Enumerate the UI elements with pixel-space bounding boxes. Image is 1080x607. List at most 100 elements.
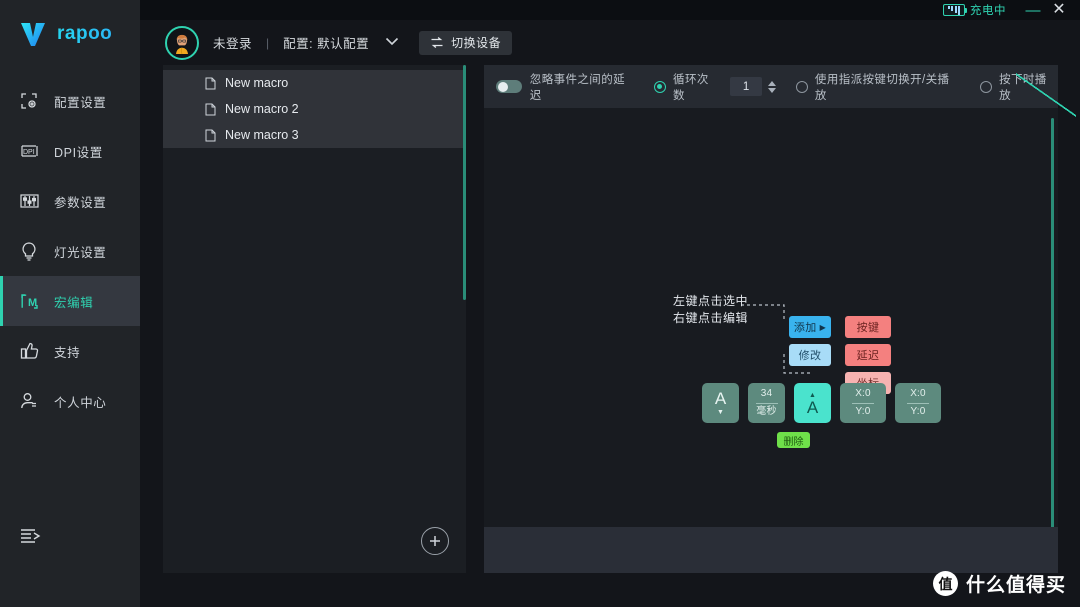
submenu-arrow-icon: ▶	[819, 322, 827, 332]
card-divider	[907, 402, 929, 404]
connector-lines	[741, 304, 811, 374]
radio-unselected-icon	[980, 80, 993, 93]
title-bar: 充电中 — ✕	[140, 0, 1080, 20]
dpi-icon: DPI	[18, 140, 40, 162]
chevron-down-icon[interactable]	[385, 37, 399, 49]
card-divider	[852, 402, 874, 404]
watermark-text: 什么值得买	[965, 575, 1066, 596]
toggle-switch-icon	[496, 80, 522, 93]
key-glyph: A	[714, 389, 727, 408]
sidebar-item-macro[interactable]: M 宏编辑	[0, 276, 140, 326]
menu-item-label: 添加	[793, 322, 817, 334]
loop-count-input[interactable]: 1	[730, 77, 762, 96]
sidebar-item-label: 参数设置	[54, 195, 107, 210]
sidebar-item-dpi[interactable]: DPI DPI设置	[0, 126, 140, 176]
list-item[interactable]: New macro 2	[163, 96, 466, 122]
brand-name: rapoo	[57, 23, 113, 44]
sidebar-item-label: 灯光设置	[54, 245, 107, 260]
config-frame-icon	[18, 90, 40, 112]
event-card-key-down[interactable]: ▲ A	[794, 383, 831, 423]
header-bar: 未登录 | 配置: 默认配置 切换设备	[140, 20, 1080, 65]
coordinate-y: Y:0	[855, 405, 871, 417]
sidebar-item-config[interactable]: 配置设置	[0, 76, 140, 126]
key-glyph: A	[806, 398, 819, 417]
loop-count-radio[interactable]: 循环次数	[654, 71, 720, 103]
spinner-up-icon[interactable]	[767, 80, 776, 86]
list-item[interactable]: New macro	[163, 70, 466, 96]
event-card-key-up[interactable]: A ▼	[702, 383, 739, 423]
macro-editor-panel: 忽略事件之间的延迟 循环次数 1 使用指派按键切换开/关播放 按下时播放 左键点…	[484, 65, 1076, 573]
event-card-list: A ▼ 34 毫秒 ▲ A X:0 Y:0 X:0 Y:0	[702, 383, 941, 423]
sidebar-collapse-button[interactable]	[18, 523, 44, 549]
close-button[interactable]: ✕	[1046, 0, 1072, 20]
macro-list-scrollbar[interactable]	[463, 65, 466, 300]
press-to-play-label: 按下时播放	[999, 73, 1047, 102]
battery-icon	[943, 4, 967, 16]
menu-item-key[interactable]: 按键	[845, 316, 891, 338]
add-macro-button[interactable]	[421, 527, 449, 555]
menu-item-add[interactable]: 添加 ▶	[789, 316, 831, 338]
macro-list-panel: New macro New macro 2 New macro 3	[163, 65, 466, 573]
switch-device-button[interactable]: 切换设备	[419, 30, 513, 55]
battery-status: 充电中	[943, 2, 1006, 18]
toggle-playback-label: 使用指派按键切换开/关播放	[814, 73, 950, 102]
sidebar-item-label: DPI设置	[54, 145, 103, 160]
delay-value: 34	[760, 388, 773, 399]
editor-footer	[484, 527, 1058, 573]
delete-button[interactable]: 删除	[777, 432, 810, 448]
document-icon	[205, 103, 216, 115]
ignore-delay-toggle[interactable]: 忽略事件之间的延迟	[496, 71, 636, 103]
svg-text:M: M	[28, 297, 37, 309]
sidebar-item-label: 支持	[54, 345, 81, 360]
avatar[interactable]	[165, 25, 199, 60]
press-to-play-radio[interactable]: 按下时播放	[980, 71, 1058, 103]
spinner-down-icon[interactable]	[767, 87, 776, 93]
menu-item-modify[interactable]: 修改	[789, 344, 831, 366]
macro-m-icon: M	[18, 290, 40, 312]
editor-toolbar: 忽略事件之间的延迟 循环次数 1 使用指派按键切换开/关播放 按下时播放	[484, 65, 1076, 125]
brand: rapoo	[0, 0, 140, 68]
radio-selected-icon	[654, 80, 667, 93]
document-icon	[205, 129, 216, 141]
thumbs-up-icon	[18, 340, 40, 362]
sidebar-item-profile[interactable]: 个人中心	[0, 376, 140, 426]
watermark: 值 什么值得买	[932, 570, 1066, 597]
card-divider	[755, 402, 778, 404]
editor-scrollbar[interactable]	[1051, 118, 1054, 538]
loop-count-spinner[interactable]	[767, 80, 776, 93]
user-avatar-icon	[170, 30, 194, 55]
switch-icon	[431, 37, 443, 48]
sidebar-item-label: 宏编辑	[54, 295, 94, 310]
sidebar-item-label: 配置设置	[54, 95, 107, 110]
macro-name: New macro 3	[225, 128, 299, 142]
rapoo-logo-icon	[21, 23, 45, 46]
profile-label: 配置: 默认配置	[283, 37, 370, 51]
sidebar-item-label: 个人中心	[54, 395, 107, 410]
macro-list: New macro New macro 2 New macro 3	[163, 65, 466, 148]
sidebar-item-light[interactable]: 灯光设置	[0, 226, 140, 276]
minimize-button[interactable]: —	[1020, 0, 1046, 20]
event-card-delay[interactable]: 34 毫秒	[748, 383, 785, 423]
menu-item-delay[interactable]: 延迟	[845, 344, 891, 366]
sidebar: rapoo 配置设置 DPI DPI设置 参数设置 灯光设置 M 宏编辑 支持 …	[0, 0, 140, 607]
list-item[interactable]: New macro 3	[163, 122, 466, 148]
canvas-hint-text: 左键点击选中 右键点击编辑	[673, 294, 749, 325]
delay-unit: 毫秒	[756, 405, 777, 417]
event-card-coordinate[interactable]: X:0 Y:0	[840, 383, 886, 423]
user-status-label: 未登录	[213, 37, 253, 51]
coordinate-x: X:0	[910, 388, 926, 399]
loop-count-label: 循环次数	[673, 73, 709, 102]
macro-name: New macro 2	[225, 102, 299, 116]
sidebar-nav: 配置设置 DPI DPI设置 参数设置 灯光设置 M 宏编辑 支持 个人中心	[0, 76, 140, 426]
sliders-icon	[18, 190, 40, 212]
lightbulb-icon	[18, 240, 40, 262]
radio-unselected-icon	[795, 80, 808, 93]
coordinate-y: Y:0	[910, 405, 926, 417]
sidebar-item-params[interactable]: 参数设置	[0, 176, 140, 226]
user-icon	[18, 390, 40, 412]
app-window: 充电中 — ✕ rapoo 配置设置 DPI DPI设置 参数设置 灯光设置 M…	[0, 0, 1080, 607]
macro-canvas[interactable]: 左键点击选中 右键点击编辑 添加 ▶ 按键 修改 延迟 坐标 A ▼ 34	[484, 108, 1058, 527]
event-card-coordinate[interactable]: X:0 Y:0	[895, 383, 941, 423]
sidebar-item-support[interactable]: 支持	[0, 326, 140, 376]
toggle-playback-radio[interactable]: 使用指派按键切换开/关播放	[795, 71, 960, 103]
